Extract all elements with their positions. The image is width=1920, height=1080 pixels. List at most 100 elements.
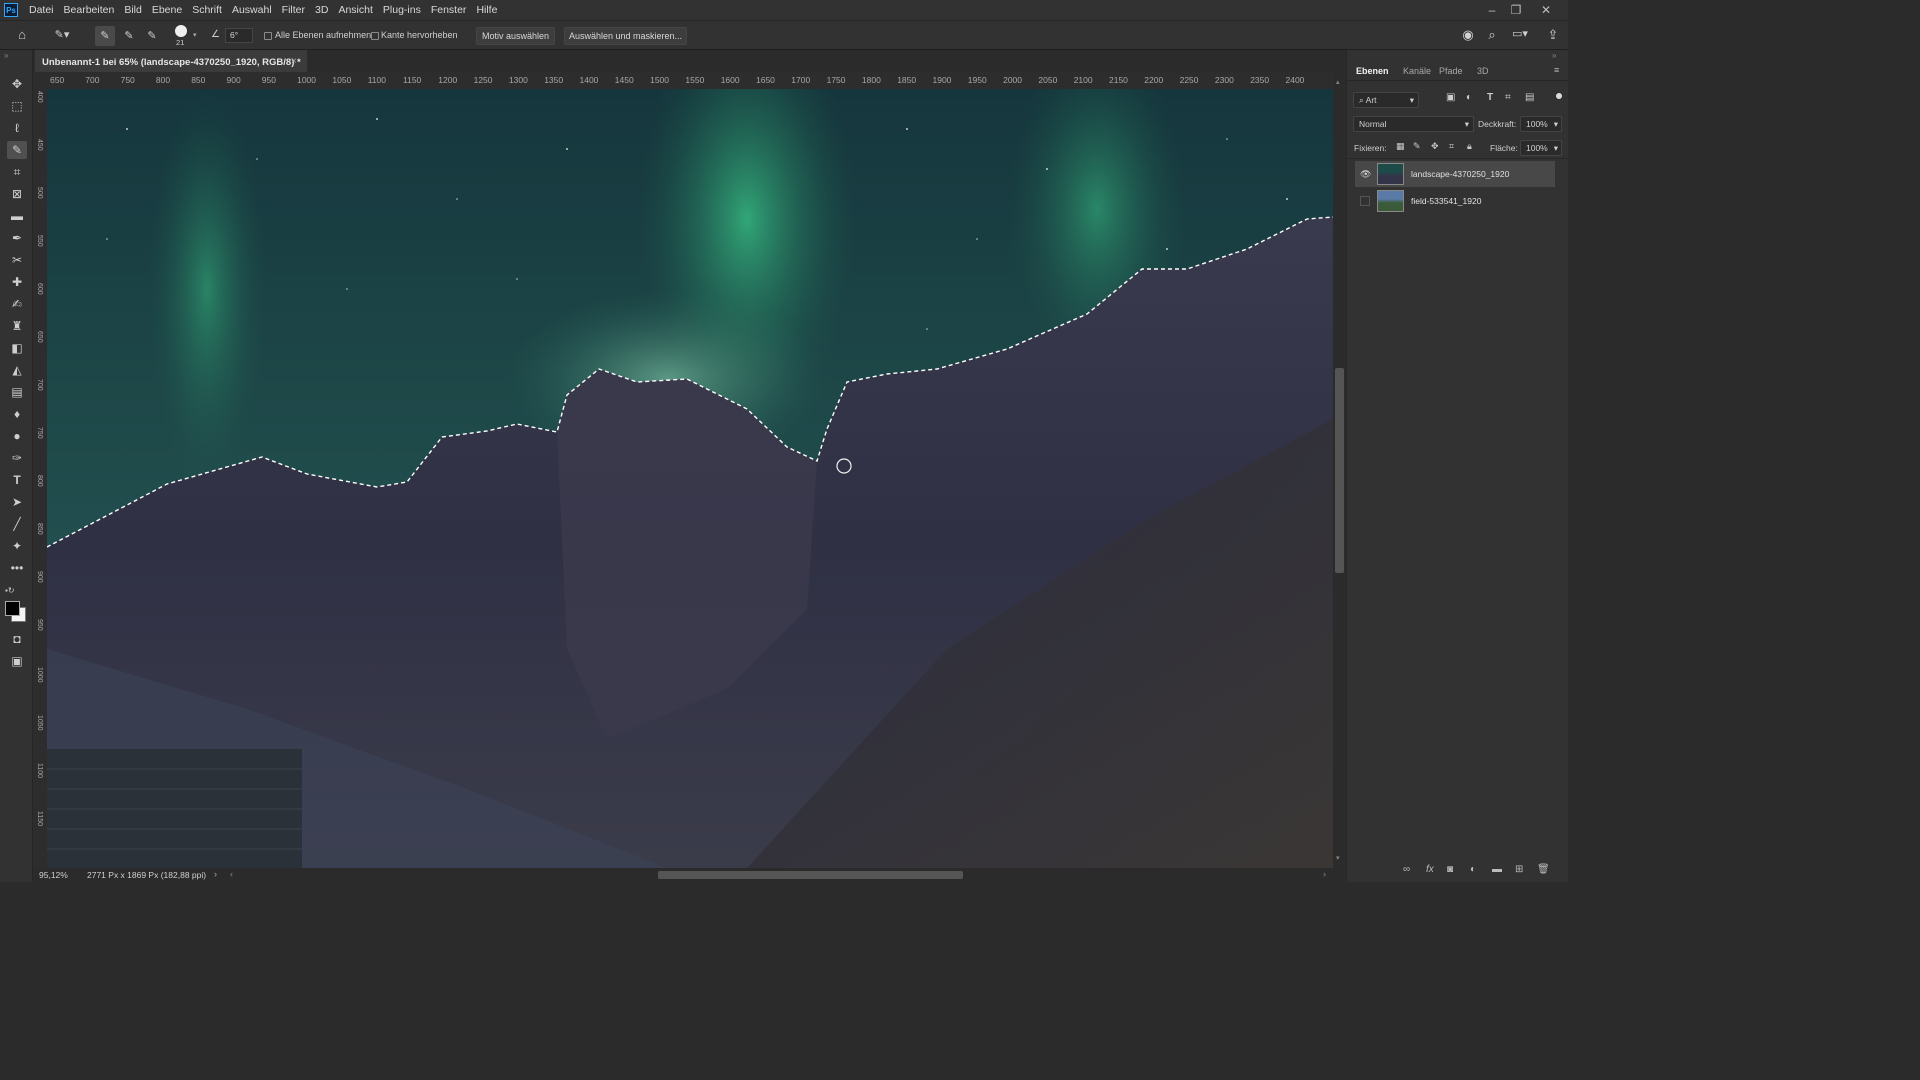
collapse-toolbar-icon[interactable]: »: [4, 51, 8, 60]
status-menu-icon[interactable]: ›: [214, 869, 217, 879]
home-icon[interactable]: ⌂: [12, 27, 32, 42]
dodge-icon[interactable]: ●: [7, 427, 27, 445]
filter-toggle-icon[interactable]: [1556, 93, 1562, 99]
shape-icon[interactable]: ✦: [7, 537, 27, 555]
layer-name[interactable]: landscape-4370250_1920: [1411, 169, 1509, 179]
layer-row[interactable]: 👁︎ landscape-4370250_1920: [1355, 161, 1555, 187]
layer-filter-select[interactable]: ⌕ Art ▾: [1353, 92, 1419, 108]
default-colors-icon[interactable]: ▪↻: [5, 586, 15, 595]
lock-pixels-icon[interactable]: ✎: [1413, 141, 1421, 152]
select-subject-button[interactable]: Motiv auswählen: [476, 27, 555, 45]
line-icon[interactable]: ╱: [7, 515, 27, 533]
filter-type-icon[interactable]: T: [1487, 92, 1493, 103]
more-icon[interactable]: •••: [7, 559, 27, 577]
brush-size-icon[interactable]: [175, 25, 187, 37]
enhance-edge-checkbox[interactable]: [371, 32, 379, 40]
tab-3d[interactable]: 3D: [1477, 66, 1489, 76]
search-icon[interactable]: ⌕: [1483, 27, 1501, 43]
tab-pfade[interactable]: Pfade: [1439, 66, 1463, 76]
delete-layer-icon[interactable]: 🗑︎: [1537, 864, 1550, 875]
close-document-icon[interactable]: ×: [291, 56, 297, 67]
angle-input[interactable]: 6°: [225, 28, 253, 43]
brush-icon[interactable]: ✍: [7, 295, 27, 313]
panel-menu-icon[interactable]: ≡: [1554, 65, 1559, 75]
workspace-icon[interactable]: ▭▾: [1507, 27, 1533, 40]
link-layers-icon[interactable]: ∞: [1403, 864, 1410, 875]
vertical-scrollbar[interactable]: ▴ ▾: [1333, 72, 1346, 868]
healing-icon[interactable]: ✚: [7, 273, 27, 291]
scroll-right-icon[interactable]: ›: [1323, 869, 1326, 879]
new-layer-icon[interactable]: ⊞: [1515, 864, 1523, 875]
quick-selection-icon[interactable]: ✎: [7, 141, 27, 159]
new-selection-brush-icon[interactable]: ✎: [95, 26, 115, 46]
marquee-icon[interactable]: ⬚: [7, 97, 27, 115]
paint-bucket-icon[interactable]: ◭: [7, 361, 27, 379]
menu-filter[interactable]: Filter: [277, 0, 310, 20]
horizontal-scrollbar[interactable]: ‹ ›: [230, 868, 1333, 882]
menu-3d[interactable]: 3D: [310, 0, 333, 20]
document-tab[interactable]: Unbenannt-1 bei 65% (landscape-4370250_1…: [35, 50, 307, 72]
scissors-icon[interactable]: ✂: [7, 251, 27, 269]
adjustment-layer-icon[interactable]: ◐: [1470, 864, 1476, 875]
filter-pixel-icon[interactable]: ▣: [1446, 92, 1455, 103]
lasso-icon[interactable]: ℓ: [7, 119, 27, 137]
share-user-icon[interactable]: ◉: [1459, 27, 1477, 43]
eraser-icon[interactable]: ◧: [7, 339, 27, 357]
blend-mode-select[interactable]: Normal ▾: [1353, 116, 1474, 132]
stamp-icon[interactable]: ♜: [7, 317, 27, 335]
blur-icon[interactable]: ♦: [7, 405, 27, 423]
tab-ebenen[interactable]: Ebenen: [1356, 66, 1389, 76]
gradient-icon[interactable]: ▤: [7, 383, 27, 401]
subtract-from-selection-icon[interactable]: ✎: [142, 26, 162, 46]
menu-auswahl[interactable]: Auswahl: [227, 0, 277, 20]
eyedropper-icon[interactable]: ✒: [7, 229, 27, 247]
add-mask-icon[interactable]: ◙: [1447, 864, 1453, 875]
move-icon[interactable]: ✥: [7, 75, 27, 93]
scroll-up-icon[interactable]: ▴: [1336, 78, 1340, 86]
fill-input[interactable]: 100% ▾: [1520, 140, 1562, 156]
zoom-level[interactable]: 95,12%: [39, 870, 68, 880]
menu-bild[interactable]: Bild: [119, 0, 147, 20]
menu-ansicht[interactable]: Ansicht: [333, 0, 377, 20]
restore-icon[interactable]: ❐: [1504, 0, 1528, 20]
menu-bearbeiten[interactable]: Bearbeiten: [59, 0, 120, 20]
horizontal-scroll-thumb[interactable]: [658, 871, 963, 879]
crop-icon[interactable]: ⌗: [7, 163, 27, 181]
sample-all-layers-checkbox[interactable]: [264, 32, 272, 40]
scroll-down-icon[interactable]: ▾: [1336, 854, 1340, 862]
foreground-color-swatch[interactable]: [5, 601, 20, 616]
menu-datei[interactable]: Datei: [24, 0, 59, 20]
lock-transparency-icon[interactable]: ▦: [1396, 141, 1405, 152]
screen-mode-icon[interactable]: ▣: [7, 652, 27, 670]
scroll-left-icon[interactable]: ‹: [230, 869, 233, 879]
menu-fenster[interactable]: Fenster: [426, 0, 472, 20]
frame-icon[interactable]: ⊠: [7, 185, 27, 203]
close-icon[interactable]: ✕: [1534, 0, 1558, 20]
lock-position-icon[interactable]: ✥: [1431, 141, 1439, 152]
export-share-icon[interactable]: ⇪: [1544, 27, 1562, 43]
filter-adjustment-icon[interactable]: ◐: [1466, 92, 1472, 103]
ruler-icon[interactable]: ▬: [7, 207, 27, 225]
layer-row[interactable]: field-533541_1920: [1355, 188, 1555, 214]
lock-artboard-icon[interactable]: ⌗: [1449, 141, 1454, 152]
type-icon[interactable]: T: [7, 471, 27, 489]
layer-style-icon[interactable]: fx: [1426, 864, 1434, 875]
filter-shape-icon[interactable]: ⌗: [1505, 92, 1511, 103]
menu-ebene[interactable]: Ebene: [147, 0, 187, 20]
opacity-input[interactable]: 100% ▾: [1520, 116, 1562, 132]
filter-smart-object-icon[interactable]: ▤: [1525, 92, 1534, 103]
pen-icon[interactable]: ✑: [7, 449, 27, 467]
add-to-selection-icon[interactable]: ✎: [119, 26, 139, 46]
menu-plugins[interactable]: Plug-ins: [378, 0, 426, 20]
layer-name[interactable]: field-533541_1920: [1411, 196, 1481, 206]
select-and-mask-button[interactable]: Auswählen und maskieren...: [564, 27, 687, 45]
brush-options-chevron-icon[interactable]: ▾: [193, 31, 197, 39]
lock-all-icon[interactable]: 🔒︎: [1467, 141, 1472, 152]
tool-preset-picker-icon[interactable]: ✎▾: [48, 28, 76, 41]
vertical-scroll-thumb[interactable]: [1335, 368, 1344, 573]
minimize-icon[interactable]: –: [1480, 0, 1504, 20]
menu-hilfe[interactable]: Hilfe: [471, 0, 502, 20]
tab-kanaele[interactable]: Kanäle: [1403, 66, 1431, 76]
document-canvas[interactable]: [47, 89, 1333, 868]
quick-mask-icon[interactable]: ◘: [7, 630, 27, 648]
